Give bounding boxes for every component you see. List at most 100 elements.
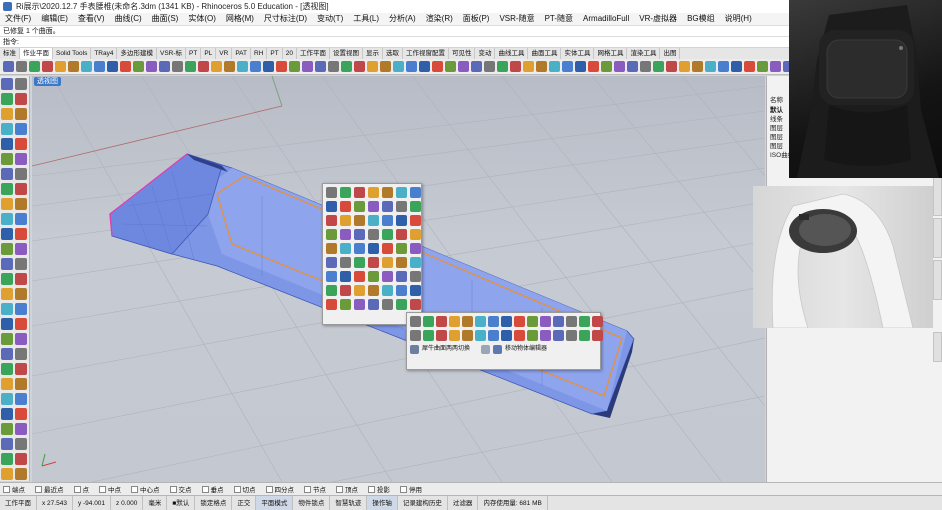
tool-icon[interactable] <box>484 61 495 72</box>
tool-icon[interactable] <box>396 187 407 198</box>
tool-icon[interactable] <box>15 243 27 255</box>
status-grid-snap[interactable]: 锁定格点 <box>195 496 233 510</box>
tab-set-view[interactable]: 设置视图 <box>330 48 363 59</box>
tab-rh[interactable]: RH <box>251 48 268 59</box>
tool-icon[interactable] <box>172 61 183 72</box>
tool-icon[interactable] <box>340 299 351 310</box>
tool-icon[interactable] <box>340 271 351 282</box>
tool-icon[interactable] <box>380 61 391 72</box>
menu-mesh[interactable]: 网格(M) <box>221 13 259 25</box>
tool-icon[interactable] <box>393 61 404 72</box>
tool-icon[interactable] <box>382 215 393 226</box>
tab-pt[interactable]: PT <box>186 48 202 59</box>
tool-icon[interactable] <box>263 61 274 72</box>
panel-side-tab-3[interactable] <box>933 260 942 300</box>
tool-icon[interactable] <box>579 316 590 327</box>
osnap-end[interactable]: 端点 <box>3 484 25 494</box>
tool-icon[interactable] <box>368 257 379 268</box>
menu-panels[interactable]: 面板(P) <box>458 13 495 25</box>
tool-icon[interactable] <box>211 61 222 72</box>
tool-icon[interactable] <box>354 215 365 226</box>
tool-icon[interactable] <box>1 183 13 195</box>
tool-icon[interactable] <box>1 303 13 315</box>
tool-icon[interactable] <box>354 201 365 212</box>
tool-icon[interactable] <box>94 61 105 72</box>
tool-icon[interactable] <box>1 288 13 300</box>
tool-icon[interactable] <box>382 243 393 254</box>
tool-icon[interactable] <box>396 271 407 282</box>
tool-icon[interactable] <box>15 453 27 465</box>
tab-solid-tools[interactable]: Solid Tools <box>53 48 92 59</box>
tool-icon[interactable] <box>15 318 27 330</box>
menu-vr[interactable]: VR-虚拟器 <box>634 13 682 25</box>
tool-icon[interactable] <box>1 243 13 255</box>
tool-icon[interactable] <box>471 61 482 72</box>
tool-icon[interactable] <box>410 257 421 268</box>
tool-icon[interactable] <box>1 438 13 450</box>
tab-pl[interactable]: PL <box>201 48 217 59</box>
tool-icon[interactable] <box>1 138 13 150</box>
tool-icon[interactable] <box>354 271 365 282</box>
osnap-checkbox[interactable] <box>304 485 311 493</box>
tool-icon[interactable] <box>120 61 131 72</box>
tool-icon[interactable] <box>15 423 27 435</box>
tool-icon[interactable] <box>1 273 13 285</box>
tool-icon[interactable] <box>614 61 625 72</box>
tool-icon[interactable] <box>396 243 407 254</box>
tool-icon[interactable] <box>1 453 13 465</box>
tool-icon[interactable] <box>527 316 538 327</box>
tool-icon[interactable] <box>340 187 351 198</box>
tool-icon[interactable] <box>354 299 365 310</box>
tool-icon[interactable] <box>29 61 40 72</box>
tool-icon[interactable] <box>15 108 27 120</box>
tool-icon[interactable] <box>326 271 337 282</box>
tool-icon[interactable] <box>185 61 196 72</box>
tool-icon[interactable] <box>718 61 729 72</box>
tab-vr[interactable]: VR <box>216 48 233 59</box>
tool-icon[interactable] <box>1 408 13 420</box>
tool-icon[interactable] <box>368 243 379 254</box>
menu-transform[interactable]: 变动(T) <box>312 13 348 25</box>
tool-icon[interactable] <box>340 285 351 296</box>
tool-icon[interactable] <box>475 316 486 327</box>
tool-icon[interactable] <box>354 61 365 72</box>
tool-icon[interactable] <box>15 78 27 90</box>
osnap-intersection[interactable]: 交点 <box>169 484 192 494</box>
tab-display[interactable]: 显示 <box>363 48 383 59</box>
tool-icon[interactable] <box>1 423 13 435</box>
tab-subd[interactable]: 多边形建模 <box>117 48 157 59</box>
tool-icon[interactable] <box>540 330 551 341</box>
osnap-near[interactable]: 最近点 <box>35 484 64 494</box>
tool-icon[interactable] <box>68 61 79 72</box>
panel-side-tab-2[interactable] <box>933 218 942 258</box>
status-ortho[interactable]: 正交 <box>232 496 257 510</box>
tool-icon[interactable] <box>475 330 486 341</box>
tool-icon[interactable] <box>326 229 337 240</box>
tool-icon[interactable] <box>497 61 508 72</box>
tab-viewport-layout[interactable]: 工作视窗配置 <box>403 48 449 59</box>
tool-icon[interactable] <box>368 299 379 310</box>
tab-vsr[interactable]: VSR-标 <box>157 48 187 59</box>
tool-icon[interactable] <box>410 215 421 226</box>
tool-icon[interactable] <box>326 299 337 310</box>
osnap-checkbox[interactable] <box>201 485 209 493</box>
tab-mesh-tools[interactable]: 网格工具 <box>594 48 628 59</box>
tool-icon[interactable] <box>340 229 351 240</box>
menu-view[interactable]: 查看(V) <box>73 13 110 25</box>
tool-icon[interactable] <box>410 229 421 240</box>
tool-icon[interactable] <box>410 316 421 327</box>
tool-icon[interactable] <box>1 393 13 405</box>
tool-icon[interactable] <box>510 61 521 72</box>
tool-icon[interactable] <box>1 168 13 180</box>
tool-icon[interactable] <box>15 213 27 225</box>
tool-icon[interactable] <box>410 285 421 296</box>
tab-render-tools[interactable]: 渲染工具 <box>627 48 661 59</box>
menu-armadillo[interactable]: ArmadilloFull <box>578 13 634 25</box>
tool-icon[interactable] <box>449 316 460 327</box>
tab-cplane[interactable]: 作业平面 <box>20 48 53 59</box>
tool-icon[interactable] <box>566 316 577 327</box>
tool-icon[interactable] <box>328 61 339 72</box>
osnap-center[interactable]: 中心点 <box>131 484 160 494</box>
tool-icon[interactable] <box>382 285 393 296</box>
object-editor-icon[interactable] <box>493 345 503 354</box>
